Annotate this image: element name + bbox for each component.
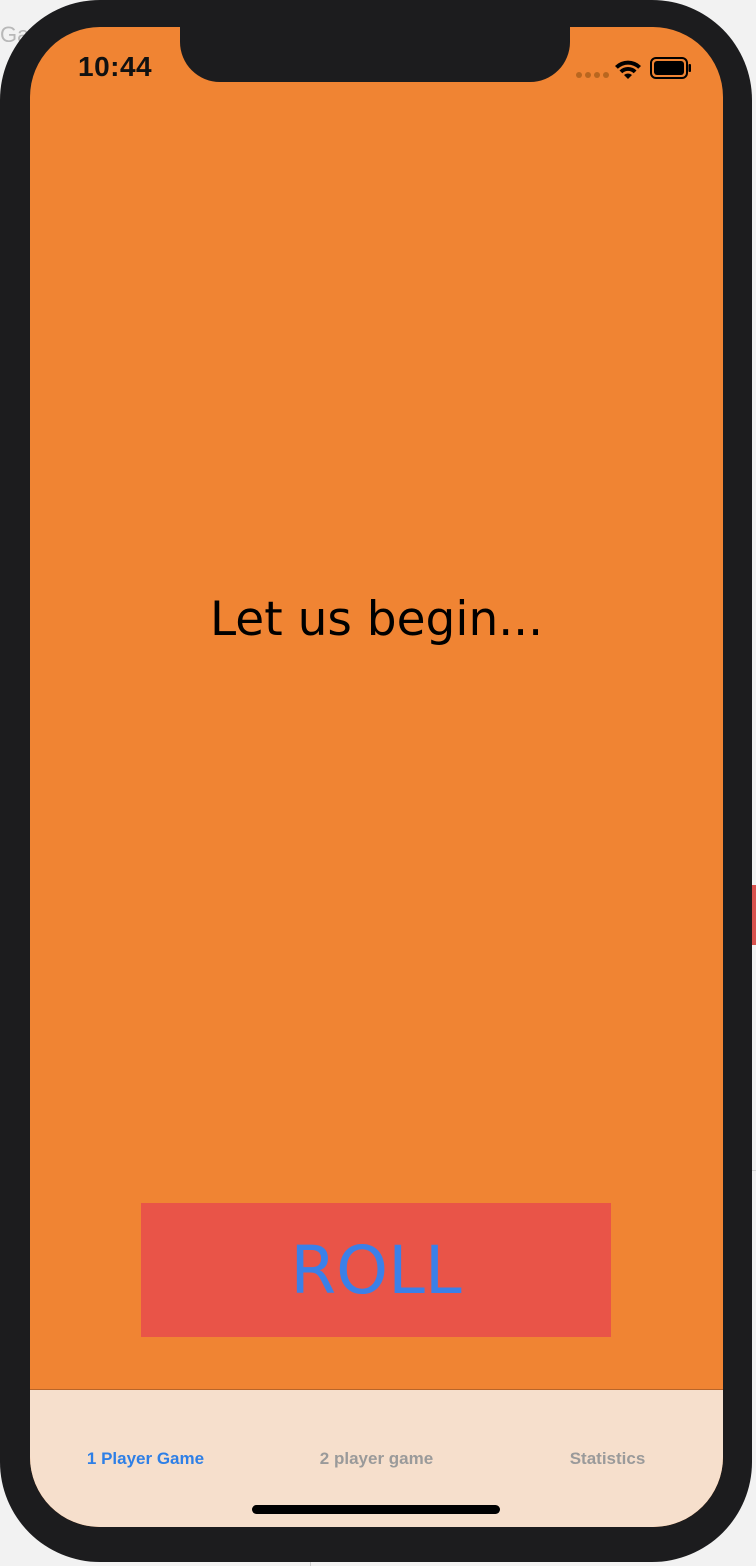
device-frame: 10:44 Let us begin... ROLL 1 Player Game… <box>0 0 752 1562</box>
tab-1-player-game[interactable]: 1 Player Game <box>30 1449 261 1469</box>
cellular-signal-icon <box>576 72 609 78</box>
battery-icon <box>650 57 691 79</box>
home-indicator[interactable] <box>252 1505 500 1514</box>
status-time: 10:44 <box>78 51 153 82</box>
device-notch <box>180 27 570 82</box>
game-message: Let us begin... <box>209 592 544 647</box>
tab-bar: 1 Player Game 2 player game Statistics <box>30 1389 723 1527</box>
tab-statistics[interactable]: Statistics <box>492 1449 723 1469</box>
wifi-icon <box>615 60 641 79</box>
roll-button[interactable]: ROLL <box>141 1203 611 1337</box>
backdrop-edge-element <box>752 885 756 945</box>
tab-2-player-game[interactable]: 2 player game <box>261 1449 492 1469</box>
app-screen: 10:44 Let us begin... ROLL 1 Player Game… <box>30 27 723 1527</box>
